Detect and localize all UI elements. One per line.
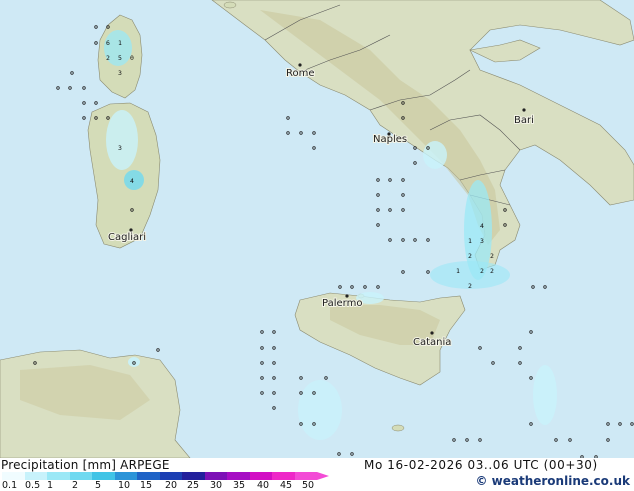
island-malta xyxy=(391,424,405,432)
svg-text:3: 3 xyxy=(118,144,122,152)
legend-scale-label: 0.5 xyxy=(25,480,41,491)
legend-title: Precipitation [mm] ARPEGE xyxy=(1,458,170,472)
legend-scale-label: 50 xyxy=(302,480,315,491)
legend-swatch xyxy=(294,472,317,480)
legend-scale-label: 25 xyxy=(187,480,200,491)
forecast-datetime: Mo 16-02-2026 03..06 UTC (00+30) xyxy=(364,458,598,472)
legend-scale-label: 45 xyxy=(280,480,293,491)
legend: Precipitation [mm] ARPEGE Mo 16-02-2026 … xyxy=(0,458,634,491)
svg-text:4: 4 xyxy=(480,222,484,230)
legend-swatch xyxy=(159,472,182,480)
svg-text:2: 2 xyxy=(490,252,494,260)
svg-text:2: 2 xyxy=(468,282,472,290)
svg-text:3: 3 xyxy=(118,69,122,77)
svg-text:1: 1 xyxy=(456,267,460,275)
legend-swatch xyxy=(24,472,47,480)
legend-swatch xyxy=(69,472,92,480)
legend-scale-label: 10 xyxy=(118,480,131,491)
legend-scale-label: 2 xyxy=(72,480,79,491)
legend-swatch xyxy=(227,472,250,480)
legend-scale-label: 5 xyxy=(95,480,102,491)
legend-scale-label: 35 xyxy=(233,480,246,491)
legend-swatch xyxy=(249,472,272,480)
legend-scale-label: 1 xyxy=(47,480,54,491)
svg-text:5: 5 xyxy=(118,54,122,62)
legend-swatch xyxy=(92,472,115,480)
legend-swatch xyxy=(114,472,137,480)
city-naples: Naples xyxy=(372,132,408,146)
svg-text:3: 3 xyxy=(480,237,484,245)
legend-scale-labels: 0.1 0.5 1 2 5 10 15 20 25 30 35 40 45 50 xyxy=(0,480,330,491)
credit: © weatheronline.co.uk xyxy=(475,474,630,488)
svg-text:Naples: Naples xyxy=(373,134,407,145)
svg-text:2: 2 xyxy=(468,252,472,260)
legend-swatch xyxy=(2,472,25,480)
precipitation-map: 6 1 2 5 0 3 3 4 4 3 2 2 2 1 2 1 2 Rome N… xyxy=(0,0,634,458)
legend-swatch xyxy=(47,472,70,480)
svg-text:1: 1 xyxy=(468,237,472,245)
svg-text:0: 0 xyxy=(130,54,134,62)
legend-scale-label: 40 xyxy=(257,480,270,491)
legend-colorbar xyxy=(2,472,317,480)
legend-scale-label: 30 xyxy=(210,480,223,491)
svg-text:2: 2 xyxy=(106,54,110,62)
legend-swatch xyxy=(204,472,227,480)
legend-scale-label: 15 xyxy=(140,480,153,491)
svg-text:Cagliari: Cagliari xyxy=(108,232,146,243)
svg-text:2: 2 xyxy=(490,267,494,275)
legend-swatch xyxy=(182,472,205,480)
island-elba xyxy=(223,1,237,9)
legend-arrow-icon xyxy=(317,472,329,480)
svg-text:Bari: Bari xyxy=(514,115,534,126)
legend-swatch xyxy=(137,472,160,480)
svg-text:Palermo: Palermo xyxy=(322,298,362,309)
legend-swatch xyxy=(272,472,295,480)
svg-text:Catania: Catania xyxy=(413,337,451,348)
svg-text:2: 2 xyxy=(480,267,484,275)
legend-scale-label: 0.1 xyxy=(2,480,18,491)
legend-scale-label: 20 xyxy=(165,480,178,491)
svg-text:6: 6 xyxy=(106,39,110,47)
svg-text:1: 1 xyxy=(118,39,122,47)
map-canvas: 6 1 2 5 0 3 3 4 4 3 2 2 2 1 2 1 2 Rome N… xyxy=(0,0,634,458)
svg-text:Rome: Rome xyxy=(286,68,315,79)
svg-text:4: 4 xyxy=(130,177,134,185)
